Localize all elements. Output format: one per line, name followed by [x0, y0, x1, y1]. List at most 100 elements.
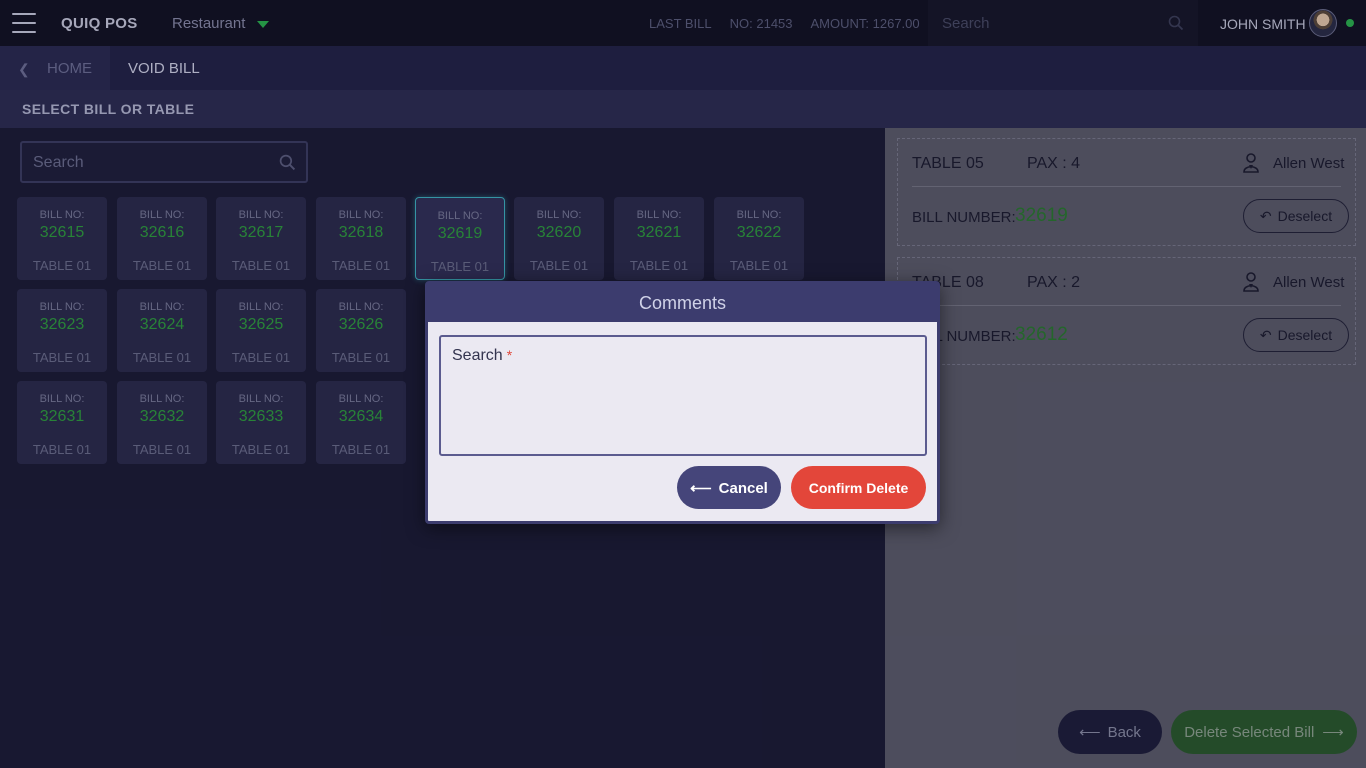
bill-table: TABLE 01	[331, 442, 391, 457]
bill-card[interactable]: BILL NO: 32626 TABLE 01	[316, 289, 406, 372]
bill-number: 32622	[736, 224, 782, 241]
selected-table: TABLE 05	[912, 155, 984, 172]
bill-card[interactable]: BILL NO: 32616 TABLE 01	[117, 197, 207, 280]
bill-label: BILL NO:	[736, 209, 782, 221]
bill-table: TABLE 01	[529, 258, 589, 273]
bill-number: 32626	[338, 316, 384, 333]
bill-label: BILL NO:	[338, 301, 384, 313]
bill-label: BILL NO:	[338, 209, 384, 221]
confirm-delete-button[interactable]: Confirm Delete	[791, 466, 926, 509]
bill-card[interactable]: BILL NO: 32622 TABLE 01	[714, 197, 804, 280]
deselect-label: Deselect	[1277, 207, 1333, 224]
bill-number: 32621	[636, 224, 682, 241]
last-bill-number: NO: 21453	[729, 16, 793, 31]
chevron-left-icon: ❮	[18, 61, 30, 77]
breadcrumb-home[interactable]: ❮ HOME	[0, 46, 110, 90]
online-status-icon	[1346, 19, 1354, 27]
bill-number-label: BILL NUMBER:	[912, 209, 1016, 226]
bill-search-input[interactable]	[33, 153, 263, 173]
top-bar: QUIQ POS Restaurant LAST BILL NO: 21453 AM…	[0, 0, 1366, 46]
user-name[interactable]: JOHN SMITH	[1220, 16, 1306, 32]
search-icon[interactable]	[1168, 15, 1184, 31]
comment-textarea[interactable]	[452, 371, 912, 449]
bill-label: BILL NO:	[536, 209, 582, 221]
bill-card[interactable]: BILL NO: 32615 TABLE 01	[17, 197, 107, 280]
dialog-title: Comments	[638, 293, 727, 313]
bill-number: 32624	[139, 316, 185, 333]
bill-label: BILL NO:	[338, 393, 384, 405]
bill-label: BILL NO:	[39, 209, 85, 221]
bill-number: 32619	[437, 225, 483, 242]
bill-table: TABLE 01	[32, 350, 92, 365]
bill-table: TABLE 01	[132, 258, 192, 273]
bill-card[interactable]: BILL NO: 32624 TABLE 01	[117, 289, 207, 372]
bill-table: TABLE 01	[231, 258, 291, 273]
bill-label: BILL NO:	[39, 393, 85, 405]
bill-card[interactable]: BILL NO: 32617 TABLE 01	[216, 197, 306, 280]
bill-table: TABLE 01	[32, 258, 92, 273]
bill-table: TABLE 01	[729, 258, 789, 273]
deselect-button[interactable]: ↶ Deselect	[1243, 199, 1349, 233]
outlet-label: Restaurant	[172, 15, 246, 32]
caret-down-icon	[257, 20, 270, 28]
comment-label-text: Search	[452, 347, 503, 364]
page-title: VOID BILL	[128, 60, 200, 77]
comment-field[interactable]: Search *	[439, 335, 927, 456]
bill-table: TABLE 01	[132, 442, 192, 457]
required-mark: *	[506, 347, 513, 363]
delete-selected-bill-button[interactable]: Delete Selected Bill ⟶	[1171, 710, 1357, 754]
selected-bill-card: TABLE 05 PAX : 4 Allen West BILL NUMBER:…	[897, 138, 1356, 246]
bill-card[interactable]: BILL NO: 32621 TABLE 01	[614, 197, 704, 280]
arrow-right-icon: ⟶	[1322, 724, 1344, 741]
selected-bill-card: TABLE 08 PAX : 2 Allen West BILL NUMBER:…	[897, 257, 1356, 365]
bill-number: 32618	[338, 224, 384, 241]
selected-bills-panel: TABLE 05 PAX : 4 Allen West BILL NUMBER:…	[885, 128, 1366, 768]
deselect-button[interactable]: ↶ Deselect	[1243, 318, 1349, 352]
bill-table: TABLE 01	[331, 258, 391, 273]
back-button[interactable]: ⟵ Back	[1058, 710, 1162, 754]
bill-number: 32634	[338, 408, 384, 425]
bill-card[interactable]: BILL NO: 32620 TABLE 01	[514, 197, 604, 280]
bill-label: BILL NO:	[39, 301, 85, 313]
deselect-label: Deselect	[1277, 326, 1333, 343]
bill-label: BILL NO:	[139, 209, 185, 221]
undo-icon: ↶	[1259, 207, 1272, 224]
bill-label: BILL NO:	[139, 301, 185, 313]
outlet-selector[interactable]: Restaurant	[172, 15, 270, 32]
app-brand: QUIQ POS	[61, 15, 138, 32]
comment-field-label: Search *	[452, 347, 512, 365]
selected-pax: PAX : 4	[1027, 155, 1081, 172]
bill-label: BILL NO:	[437, 210, 483, 222]
last-bill-info: LAST BILL NO: 21453 AMOUNT: 1267.00	[649, 16, 938, 31]
breadcrumb-home-label: HOME	[47, 60, 92, 77]
last-bill-label: LAST BILL	[649, 16, 712, 31]
bill-card[interactable]: BILL NO: 32625 TABLE 01	[216, 289, 306, 372]
bill-table: TABLE 01	[629, 258, 689, 273]
bill-number: 32620	[536, 224, 582, 241]
cancel-button[interactable]: ⟵ Cancel	[677, 466, 781, 509]
global-search-input[interactable]	[942, 12, 1162, 34]
bill-card[interactable]: BILL NO: 32633 TABLE 01	[216, 381, 306, 464]
bill-number: 32623	[39, 316, 85, 333]
bill-label: BILL NO:	[238, 301, 284, 313]
bill-label: BILL NO:	[139, 393, 185, 405]
bill-card[interactable]: BILL NO: 32631 TABLE 01	[17, 381, 107, 464]
bill-table: TABLE 01	[231, 350, 291, 365]
avatar[interactable]	[1309, 9, 1337, 37]
search-icon[interactable]	[279, 154, 296, 171]
bill-number: 32633	[238, 408, 284, 425]
section-header: SELECT BILL OR TABLE	[0, 90, 1366, 128]
menu-icon[interactable]	[12, 13, 36, 33]
waiter-icon	[1243, 153, 1259, 173]
bill-table: TABLE 01	[331, 350, 391, 365]
bill-card[interactable]: BILL NO: 32618 TABLE 01	[316, 197, 406, 280]
bill-card[interactable]: BILL NO: 32623 TABLE 01	[17, 289, 107, 372]
last-bill-amount: AMOUNT: 1267.00	[810, 16, 920, 31]
bill-card-selected[interactable]: BILL NO: 32619 TABLE 01	[415, 197, 505, 280]
bill-card[interactable]: BILL NO: 32634 TABLE 01	[316, 381, 406, 464]
divider	[912, 305, 1341, 306]
arrow-left-icon: ⟵	[1079, 724, 1101, 741]
bill-label: BILL NO:	[636, 209, 682, 221]
bill-card[interactable]: BILL NO: 32632 TABLE 01	[117, 381, 207, 464]
bill-number: 32617	[238, 224, 284, 241]
